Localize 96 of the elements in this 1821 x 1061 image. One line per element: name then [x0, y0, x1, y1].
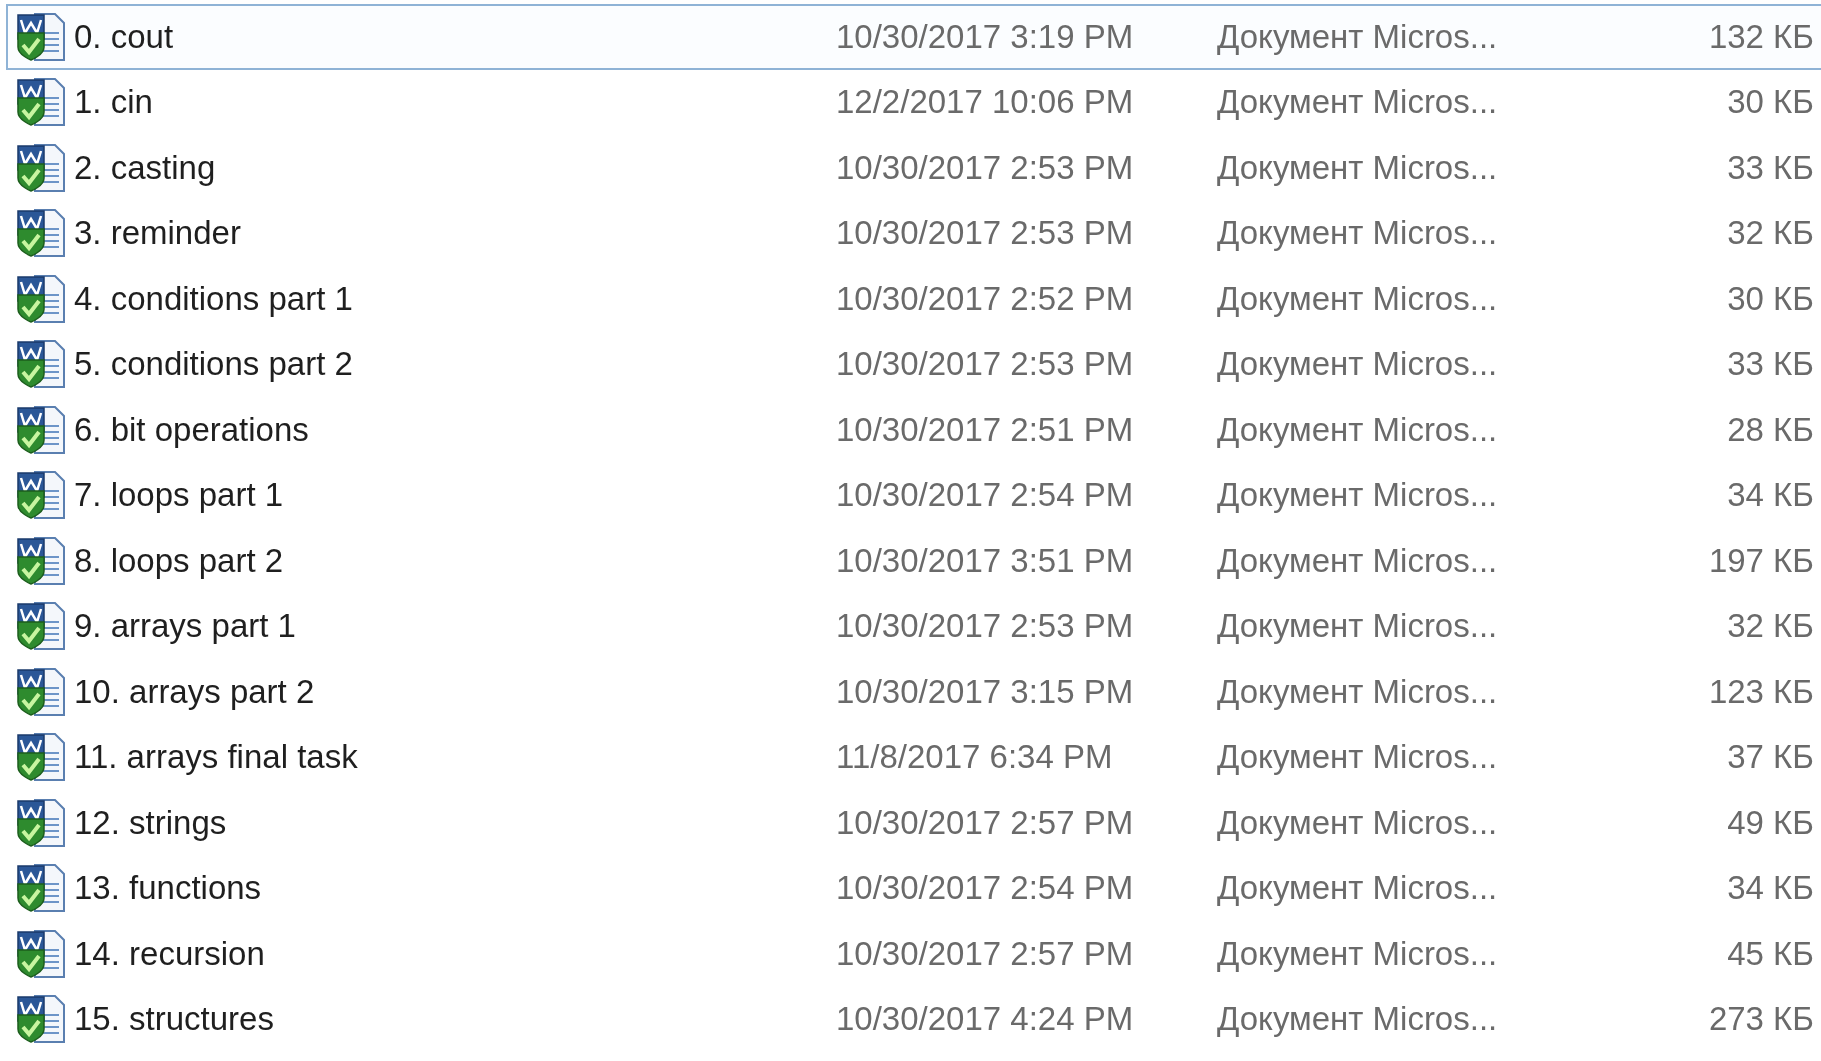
word-document-icon	[15, 796, 67, 849]
date-modified: 10/30/2017 2:53 PM	[836, 213, 1134, 254]
file-row[interactable]: 12. strings 10/30/2017 2:57 PM Документ Micros... 49 КБ	[6, 790, 1821, 856]
file-size: 33 КБ	[1727, 344, 1814, 385]
file-type: Документ Micros...	[1217, 147, 1498, 188]
file-size: 32 КБ	[1727, 606, 1814, 647]
file-row[interactable]: 4. conditions part 1 10/30/2017 2:52 PM Документ Micros... 30 КБ	[6, 266, 1821, 332]
file-name: 7. loops part 1	[74, 475, 285, 516]
date-modified: 10/30/2017 3:51 PM	[836, 540, 1134, 581]
file-name: 4. conditions part 1	[74, 278, 354, 319]
word-document-icon	[15, 993, 67, 1046]
file-name: 11. arrays final task	[74, 737, 359, 778]
date-modified: 12/2/2017 10:06 PM	[836, 82, 1134, 123]
word-document-icon	[15, 534, 67, 587]
word-document-icon	[15, 600, 67, 653]
date-modified: 10/30/2017 2:54 PM	[836, 475, 1134, 516]
file-name: 13. functions	[74, 868, 263, 909]
file-type: Документ Micros...	[1217, 671, 1498, 712]
file-type: Документ Micros...	[1217, 344, 1498, 385]
date-modified: 10/30/2017 2:54 PM	[836, 868, 1134, 909]
file-type: Документ Micros...	[1217, 802, 1498, 843]
date-modified: 10/30/2017 2:51 PM	[836, 409, 1134, 450]
word-document-icon	[15, 927, 67, 980]
file-size: 30 КБ	[1727, 278, 1814, 319]
file-size: 45 КБ	[1727, 933, 1814, 974]
date-modified: 10/30/2017 3:19 PM	[836, 16, 1134, 57]
word-document-icon	[15, 338, 67, 391]
file-name: 3. reminder	[74, 213, 242, 254]
file-type: Документ Micros...	[1217, 82, 1498, 123]
word-document-icon	[15, 141, 67, 194]
file-name: 6. bit operations	[74, 409, 310, 450]
word-document-icon	[15, 665, 67, 718]
file-type: Документ Micros...	[1217, 475, 1498, 516]
file-name: 9. arrays part 1	[74, 606, 297, 647]
file-row[interactable]: 3. reminder 10/30/2017 2:53 PM Документ Micros... 32 КБ	[6, 200, 1821, 266]
file-type: Документ Micros...	[1217, 999, 1498, 1040]
file-size: 33 КБ	[1727, 147, 1814, 188]
file-row[interactable]: 10. arrays part 2 10/30/2017 3:15 PM Документ Micros... 123 КБ	[6, 659, 1821, 725]
file-size: 34 КБ	[1727, 475, 1814, 516]
file-size: 28 КБ	[1727, 409, 1814, 450]
date-modified: 10/30/2017 2:53 PM	[836, 344, 1134, 385]
file-size: 273 КБ	[1708, 999, 1814, 1040]
word-document-icon	[15, 272, 67, 325]
file-row[interactable]: 0. cout 10/30/2017 3:19 PM Документ Micros... 132 КБ	[6, 4, 1821, 70]
file-type: Документ Micros...	[1217, 278, 1498, 319]
file-size: 34 КБ	[1727, 868, 1814, 909]
date-modified: 10/30/2017 2:53 PM	[836, 147, 1134, 188]
date-modified: 11/8/2017 6:34 PM	[836, 737, 1113, 778]
file-row[interactable]: 1. cin 12/2/2017 10:06 PM Документ Micros... 30 КБ	[6, 69, 1821, 135]
file-name: 8. loops part 2	[74, 540, 285, 581]
date-modified: 10/30/2017 2:57 PM	[836, 933, 1134, 974]
date-modified: 10/30/2017 3:15 PM	[836, 671, 1134, 712]
file-type: Документ Micros...	[1217, 868, 1498, 909]
word-document-icon	[15, 731, 67, 784]
file-name: 2. casting	[74, 147, 217, 188]
file-row[interactable]: 8. loops part 2 10/30/2017 3:51 PM Документ Micros... 197 КБ	[6, 528, 1821, 594]
file-name: 10. arrays part 2	[74, 671, 316, 712]
word-document-icon	[15, 469, 67, 522]
file-name: 12. strings	[74, 802, 228, 843]
file-row[interactable]: 2. casting 10/30/2017 2:53 PM Документ Micros... 33 КБ	[6, 135, 1821, 201]
file-type: Документ Micros...	[1217, 540, 1498, 581]
date-modified: 10/30/2017 4:24 PM	[836, 999, 1134, 1040]
file-type: Документ Micros...	[1217, 606, 1498, 647]
file-name: 14. recursion	[74, 933, 266, 974]
file-name: 15. structures	[74, 999, 275, 1040]
word-document-icon	[15, 10, 67, 63]
word-document-icon	[15, 403, 67, 456]
file-row[interactable]: 11. arrays final task 11/8/2017 6:34 PM Документ Micros... 37 КБ	[6, 724, 1821, 790]
file-size: 132 КБ	[1708, 16, 1814, 57]
file-row[interactable]: 14. recursion 10/30/2017 2:57 PM Документ Micros... 45 КБ	[6, 921, 1821, 987]
file-name: 0. cout	[74, 16, 175, 57]
file-row[interactable]: 5. conditions part 2 10/30/2017 2:53 PM Документ Micros... 33 КБ	[6, 331, 1821, 397]
date-modified: 10/30/2017 2:52 PM	[836, 278, 1134, 319]
word-document-icon	[15, 207, 67, 260]
file-row[interactable]: 15. structures 10/30/2017 4:24 PM Документ Micros... 273 КБ	[6, 986, 1821, 1052]
file-type: Документ Micros...	[1217, 737, 1498, 778]
file-type: Документ Micros...	[1217, 933, 1498, 974]
file-size: 49 КБ	[1727, 802, 1814, 843]
file-size: 30 КБ	[1727, 82, 1814, 123]
word-document-icon	[15, 862, 67, 915]
date-modified: 10/30/2017 2:53 PM	[836, 606, 1134, 647]
file-size: 32 КБ	[1727, 213, 1814, 254]
word-document-icon	[15, 76, 67, 129]
file-row[interactable]: 7. loops part 1 10/30/2017 2:54 PM Документ Micros... 34 КБ	[6, 462, 1821, 528]
file-size: 123 КБ	[1708, 671, 1814, 712]
date-modified: 10/30/2017 2:57 PM	[836, 802, 1134, 843]
file-name: 5. conditions part 2	[74, 344, 354, 385]
file-row[interactable]: 9. arrays part 1 10/30/2017 2:53 PM Документ Micros... 32 КБ	[6, 593, 1821, 659]
file-size: 197 КБ	[1708, 540, 1814, 581]
file-type: Документ Micros...	[1217, 409, 1498, 450]
file-row[interactable]: 13. functions 10/30/2017 2:54 PM Документ Micros... 34 КБ	[6, 855, 1821, 921]
file-type: Документ Micros...	[1217, 213, 1498, 254]
file-size: 37 КБ	[1727, 737, 1814, 778]
file-row[interactable]: 6. bit operations 10/30/2017 2:51 PM Документ Micros... 28 КБ	[6, 397, 1821, 463]
file-name: 1. cin	[74, 82, 154, 123]
file-type: Документ Micros...	[1217, 16, 1498, 57]
